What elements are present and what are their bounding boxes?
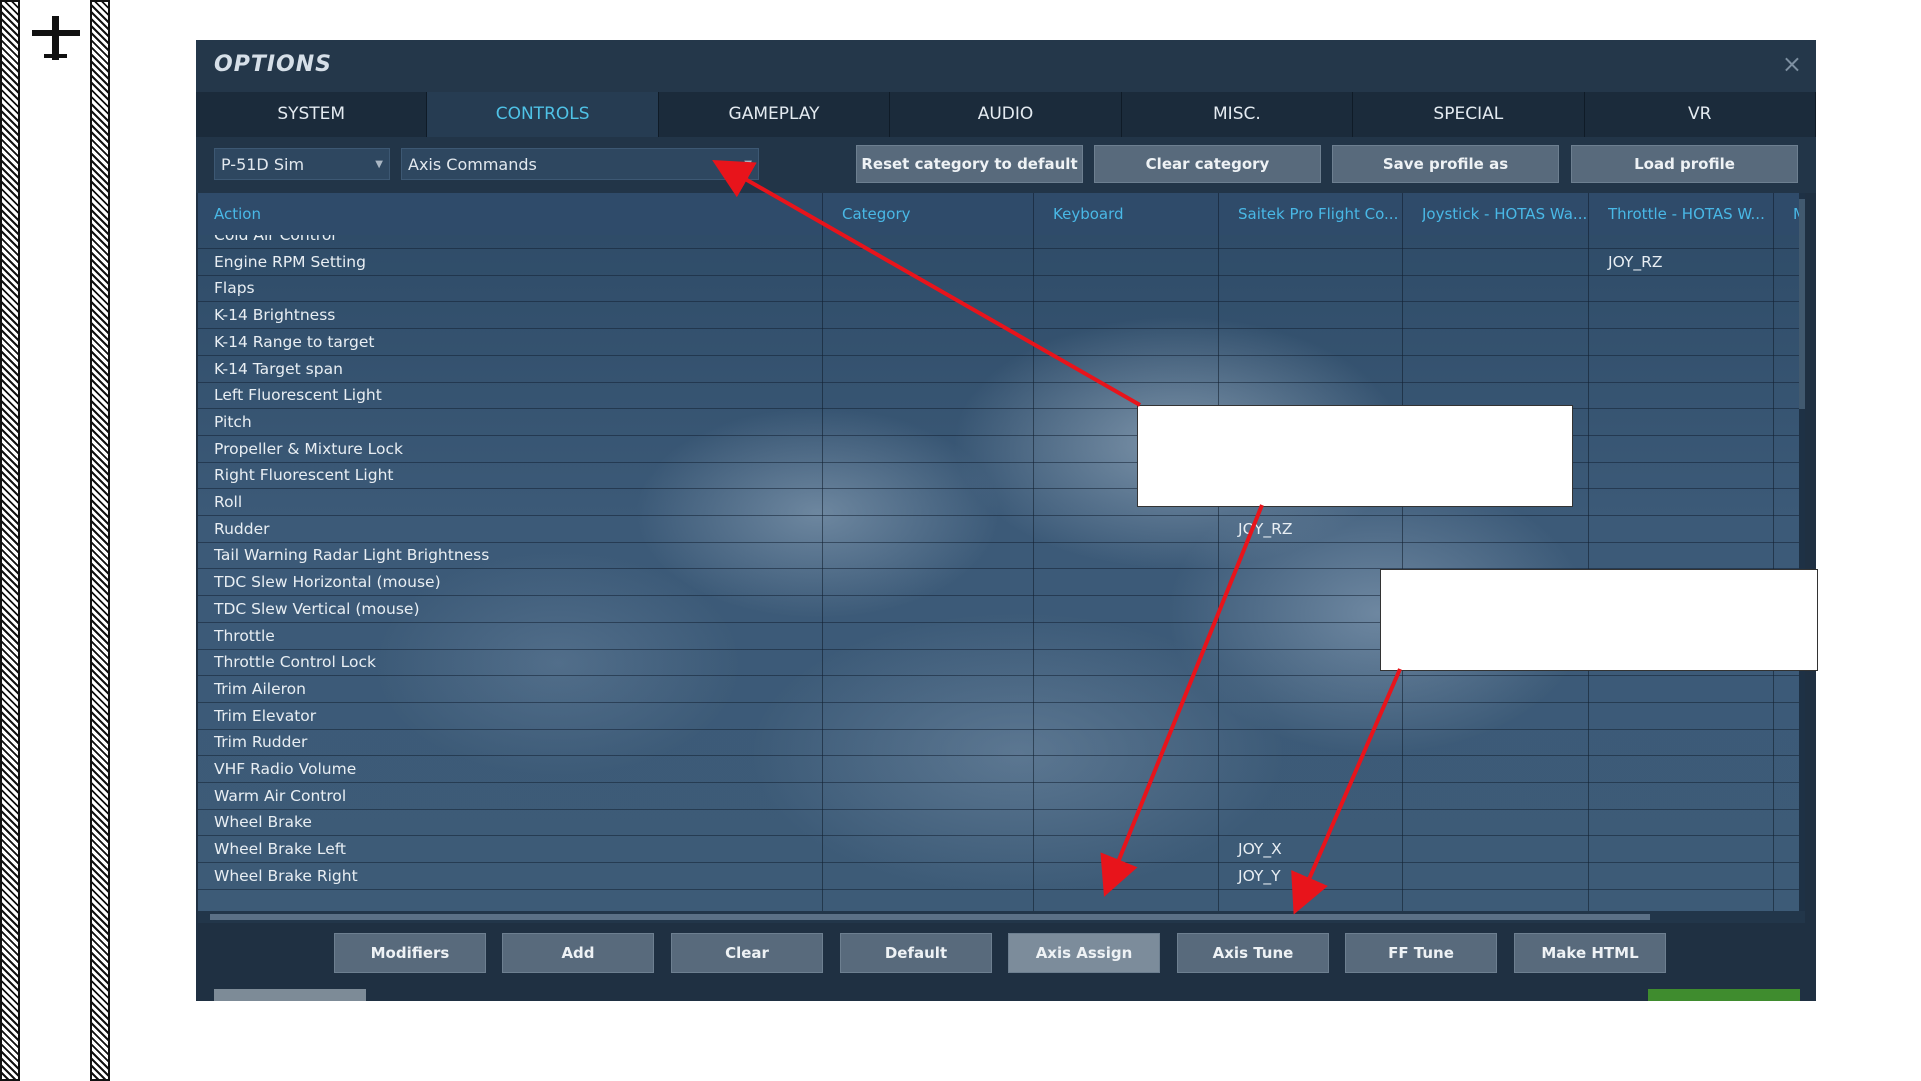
cancel-button[interactable]: CANCEL — [214, 989, 366, 1001]
table-row[interactable]: K-14 Brightness — [198, 302, 1805, 330]
axis-assign-button[interactable]: Axis Assign — [1008, 933, 1160, 973]
clear-button[interactable]: Clear — [671, 933, 823, 973]
table-row[interactable]: Wheel Brake Left JOY_X — [198, 836, 1805, 864]
tab-special[interactable]: SPECIAL — [1353, 92, 1585, 137]
tab-bar: SYSTEM CONTROLS GAMEPLAY AUDIO MISC. SPECIAL V… — [196, 92, 1816, 137]
action-cell: Wheel Brake Right — [214, 866, 358, 885]
action-cell: Roll — [214, 493, 243, 511]
action-cell: Right Fluorescent Light — [214, 466, 394, 485]
save-profile-button[interactable]: Save profile as — [1332, 145, 1559, 183]
table-row[interactable]: K-14 Target span — [198, 356, 1805, 383]
action-cell: Wheel Brake — [214, 813, 312, 832]
action-cell: TDC Slew Vertical (mouse) — [214, 599, 420, 618]
table-row[interactable]: Engine RPM Setting JOY_RZ — [198, 249, 1805, 276]
ff-tune-button[interactable]: FF Tune — [1345, 933, 1497, 973]
action-cell: Throttle — [214, 626, 275, 645]
action-cell: K-14 Target span — [214, 359, 343, 378]
clear-category-button[interactable]: Clear category — [1094, 145, 1321, 183]
bindings-table: Action Category Keyboard Saitek Pro Flig… — [198, 193, 1805, 923]
close-icon[interactable]: × — [1782, 50, 1802, 78]
action-cell: Propeller & Mixture Lock — [214, 439, 404, 458]
table-row[interactable]: VHF Radio Volume — [198, 756, 1805, 783]
action-cell: Pitch — [214, 412, 252, 431]
axis-tune-button[interactable]: Axis Tune — [1177, 933, 1329, 973]
column-header-category[interactable]: Category — [842, 193, 1042, 235]
action-cell: TDC Slew Horizontal (mouse) — [214, 573, 441, 592]
action-cell: Throttle Control Lock — [214, 653, 377, 672]
vertical-scrollbar[interactable] — [1799, 193, 1805, 911]
action-cell: K-14 Range to target — [214, 332, 375, 351]
action-cell: Wheel Brake Left — [214, 840, 347, 859]
horizontal-scrollbar[interactable] — [198, 911, 1805, 923]
table-row[interactable]: Wheel Brake Right JOY_Y — [198, 863, 1805, 890]
title-bar: OPTIONS × — [196, 40, 1816, 92]
tab-vr[interactable]: VR — [1584, 92, 1816, 137]
saitek-binding-cell[interactable]: JOY_RZ — [1238, 520, 1293, 538]
tab-controls[interactable]: CONTROLS — [427, 92, 659, 137]
action-cell: Flaps — [214, 279, 255, 298]
table-row[interactable]: Flaps — [198, 275, 1805, 303]
options-dialog: OPTIONS × SYSTEM CONTROLS GAMEPLAY AUDIO MIS… — [196, 40, 1816, 1001]
column-header-throttle[interactable]: Throttle - HOTAS W... — [1608, 193, 1778, 235]
hatched-border-left — [0, 0, 20, 1081]
tab-gameplay[interactable]: GAMEPLAY — [658, 92, 891, 137]
reset-category-button[interactable]: Reset category to default — [856, 145, 1083, 183]
dialog-title: OPTIONS — [214, 52, 332, 77]
table-row[interactable]: Trim Elevator — [198, 703, 1805, 730]
vertical-scroll-thumb[interactable] — [1799, 199, 1805, 409]
action-cell: Tail Warning Radar Light Brightness — [214, 546, 490, 565]
category-select-value: Axis Commands — [408, 155, 537, 174]
tab-audio[interactable]: AUDIO — [890, 92, 1122, 137]
table-row[interactable]: Trim Rudder — [198, 729, 1805, 757]
table-row[interactable]: Tail Warning Radar Light Brightness — [198, 542, 1805, 570]
action-cell: K-14 Brightness — [214, 306, 336, 325]
action-cell: Rudder — [214, 519, 270, 538]
action-cell: Cold Air Control — [214, 235, 336, 244]
action-cell: Warm Air Control — [214, 786, 347, 805]
horizontal-scroll-thumb[interactable] — [210, 914, 1650, 920]
column-header-joystick[interactable]: Joystick - HOTAS Wa... — [1422, 193, 1592, 235]
default-button[interactable]: Default — [840, 933, 992, 973]
modifiers-button[interactable]: Modifiers — [334, 933, 486, 973]
annotation-callout-box — [1380, 569, 1818, 671]
make-html-button[interactable]: Make HTML — [1514, 933, 1666, 973]
airplane-icon — [32, 16, 80, 60]
aircraft-select-value: P-51D Sim — [221, 155, 305, 174]
column-header-saitek[interactable]: Saitek Pro Flight Co... — [1238, 193, 1408, 235]
toolbar: P-51D Sim ▼ Axis Commands ▼ Reset catego… — [196, 137, 1816, 193]
table-row[interactable]: K-14 Range to target — [198, 329, 1805, 356]
table-header: Action Category Keyboard Saitek Pro Flig… — [198, 193, 1805, 235]
tab-misc[interactable]: MISC. — [1121, 92, 1354, 137]
action-cell: Engine RPM Setting — [214, 252, 366, 271]
bottom-bar: Modifiers Add Clear Default Axis Assign … — [196, 923, 1816, 1001]
column-header-action[interactable]: Action — [214, 193, 814, 235]
add-button[interactable]: Add — [502, 933, 654, 973]
table-row[interactable]: Wheel Brake — [198, 809, 1805, 837]
table-row[interactable]: Rudder JOY_RZ — [198, 516, 1805, 543]
tab-system[interactable]: SYSTEM — [196, 92, 428, 137]
annotation-callout-box — [1137, 405, 1573, 507]
table-row[interactable]: Cold Air Control — [198, 235, 1805, 249]
category-select[interactable]: Axis Commands ▼ — [401, 148, 759, 180]
action-cell: Trim Elevator — [214, 706, 317, 725]
column-header-keyboard[interactable]: Keyboard — [1053, 193, 1223, 235]
chevron-down-icon: ▼ — [744, 159, 752, 170]
action-cell: Left Fluorescent Light — [214, 386, 382, 405]
load-profile-button[interactable]: Load profile — [1571, 145, 1798, 183]
table-row[interactable]: Warm Air Control — [198, 783, 1805, 810]
table-row[interactable]: Trim Aileron — [198, 676, 1805, 703]
action-cell: VHF Radio Volume — [214, 760, 357, 778]
hatched-border-right — [90, 0, 110, 1081]
action-cell: Trim Rudder — [214, 733, 308, 752]
action-cell: Trim Aileron — [214, 679, 306, 698]
aircraft-select[interactable]: P-51D Sim ▼ — [214, 148, 390, 180]
throttle-binding-cell[interactable]: JOY_RZ — [1608, 253, 1663, 271]
saitek-binding-cell[interactable]: JOY_Y — [1238, 867, 1281, 885]
ok-button[interactable]: OK — [1648, 989, 1800, 1001]
chevron-down-icon: ▼ — [375, 159, 383, 170]
saitek-binding-cell[interactable]: JOY_X — [1238, 840, 1282, 858]
